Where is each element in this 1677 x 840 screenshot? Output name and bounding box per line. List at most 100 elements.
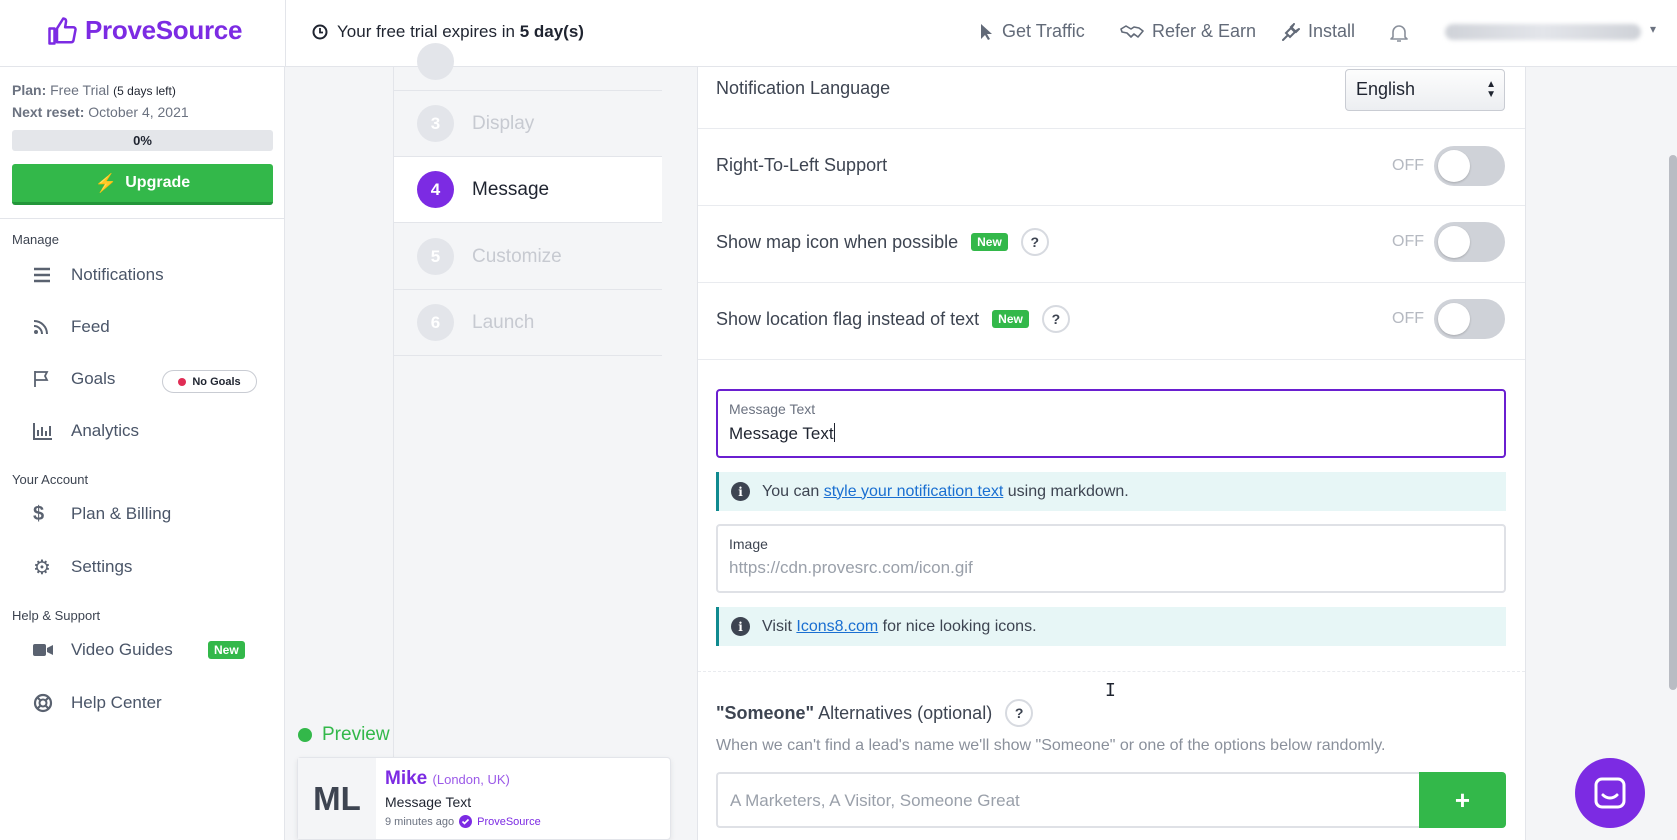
logo[interactable]: ProveSource: [47, 15, 242, 46]
flag-icon: [33, 370, 71, 388]
gear-icon: ⚙: [33, 556, 51, 579]
step-label: Display: [472, 112, 535, 134]
sidebar-item-notifications[interactable]: Notifications: [33, 260, 164, 290]
alternatives-input[interactable]: A Marketers, A Visitor, Someone Great: [716, 772, 1419, 828]
step-launch[interactable]: 6 Launch: [394, 290, 662, 356]
top-bar: ProveSource Your free trial expires in 5…: [0, 0, 1677, 67]
help-icon[interactable]: ?: [1020, 228, 1049, 256]
chat-button[interactable]: [1575, 758, 1645, 828]
sidebar-item-label: Video Guides: [71, 640, 173, 659]
chevron-down-icon[interactable]: ▾: [1650, 22, 1656, 36]
rtl-row: Right-To-Left Support OFF: [698, 129, 1525, 206]
info-text: for nice looking icons.: [878, 617, 1037, 635]
step-display[interactable]: 3 Display: [394, 91, 662, 157]
toggle-switch[interactable]: [1434, 222, 1505, 262]
message-text-input[interactable]: Message Text: [729, 424, 834, 443]
sidebar-item-label: Analytics: [71, 421, 140, 440]
toggle-knob: [1438, 226, 1470, 258]
divider: [698, 671, 1525, 672]
select-arrows-icon: ▲ ▼: [1486, 79, 1496, 100]
markdown-link[interactable]: style your notification text: [824, 483, 1004, 500]
toggle-state: OFF: [1392, 310, 1424, 327]
flag-row: Show location flag instead of text New ?…: [698, 283, 1525, 360]
language-value: English: [1356, 79, 1416, 99]
sidebar-item-label: Plan & Billing: [71, 504, 172, 523]
get-traffic-link[interactable]: Get Traffic: [980, 21, 1085, 42]
reset-value: October 4, 2021: [88, 104, 189, 120]
icons-info: i Visit Icons8.com for nice looking icon…: [716, 607, 1506, 646]
help-icon[interactable]: ?: [1041, 305, 1070, 333]
rtl-toggle[interactable]: OFF: [1392, 146, 1505, 186]
no-goals-label: No Goals: [192, 375, 241, 388]
sidebar-item-feed[interactable]: Feed: [33, 312, 110, 342]
section-manage: Manage: [12, 232, 59, 247]
upgrade-label: Upgrade: [125, 174, 191, 191]
clock-icon: [312, 24, 328, 40]
upgrade-button[interactable]: ⚡ Upgrade: [12, 164, 273, 205]
info-text: You can: [762, 482, 824, 500]
divider: [0, 218, 285, 219]
icons8-link[interactable]: Icons8.com: [796, 618, 878, 635]
sidebar-item-plan-billing[interactable]: $ Plan & Billing: [33, 499, 171, 529]
plug-icon: [1282, 22, 1300, 41]
preview-label: Preview: [298, 724, 390, 746]
bar-chart-icon: [33, 422, 71, 440]
someone-title-rest: Alternatives (optional): [814, 702, 993, 723]
help-icon[interactable]: ?: [1005, 699, 1034, 727]
logo-text: ProveSource: [85, 15, 243, 45]
flag-toggle[interactable]: OFF: [1392, 299, 1505, 339]
handshake-icon: [1120, 24, 1144, 38]
flag-label: Show location flag instead of text: [716, 308, 980, 329]
toggle-knob: [1438, 303, 1470, 335]
sidebar-item-goals[interactable]: Goals: [33, 364, 115, 394]
dollar-icon: $: [33, 502, 45, 525]
cursor-icon: [981, 23, 992, 40]
bell-icon[interactable]: [1390, 23, 1408, 43]
toggle-switch[interactable]: [1434, 146, 1505, 186]
add-alternative-button[interactable]: +: [1419, 772, 1506, 828]
step-message[interactable]: 4 Message: [394, 157, 662, 223]
step-previous[interactable]: [394, 43, 662, 91]
verified-icon: [459, 815, 473, 828]
step-label: Launch: [472, 311, 535, 333]
live-dot: [298, 728, 312, 742]
sidebar-item-analytics[interactable]: Analytics: [33, 416, 139, 446]
notification-preview[interactable]: ML Mike (London, UK) Message Text 9 minu…: [297, 757, 671, 840]
new-badge: New: [971, 233, 1008, 251]
install-link[interactable]: Install: [1282, 21, 1355, 42]
toggle-state: OFF: [1392, 157, 1424, 174]
plan-info: Plan: Free Trial (5 days left): [12, 82, 176, 98]
image-field[interactable]: Image https://cdn.provesrc.com/icon.gif: [716, 524, 1506, 593]
reset-label: Next reset:: [12, 104, 85, 120]
someone-quoted: "Someone": [716, 702, 815, 723]
sidebar-item-label: Goals: [71, 369, 116, 388]
scrollbar[interactable]: [1669, 155, 1677, 690]
info-icon: i: [731, 617, 750, 636]
step-number: 4: [417, 171, 454, 208]
map-icon-toggle[interactable]: OFF: [1392, 222, 1505, 262]
rtl-label: Right-To-Left Support: [716, 155, 888, 175]
sidebar-item-help-center[interactable]: Help Center: [33, 688, 162, 718]
text-cursor-icon: I: [1105, 680, 1116, 701]
trial-text: Your free trial expires in: [337, 22, 520, 41]
account-email[interactable]: [1445, 24, 1641, 40]
refer-earn-link[interactable]: Refer & Earn: [1120, 21, 1256, 42]
step-label: Message: [472, 178, 550, 200]
sidebar-item-settings[interactable]: ⚙ Settings: [33, 552, 132, 582]
reset-info: Next reset: October 4, 2021: [12, 104, 189, 120]
sidebar-item-video-guides[interactable]: Video Guides: [33, 635, 173, 665]
step-number: 5: [417, 238, 454, 275]
step-number: 3: [417, 105, 454, 142]
sidebar-item-label: Notifications: [71, 265, 164, 284]
no-goals-badge[interactable]: No Goals: [162, 370, 257, 393]
language-select[interactable]: English ▲ ▼: [1345, 69, 1505, 111]
status-dot: [178, 377, 187, 386]
message-text-field[interactable]: Message Text Message Text: [716, 389, 1506, 458]
image-url-input[interactable]: https://cdn.provesrc.com/icon.gif: [729, 558, 1493, 578]
plan-days-left: (5 days left): [113, 84, 176, 98]
plan-value: Free Trial: [50, 82, 110, 98]
field-label: Image: [729, 536, 768, 552]
info-icon: i: [731, 482, 750, 501]
step-customize[interactable]: 5 Customize: [394, 224, 662, 290]
toggle-switch[interactable]: [1434, 299, 1505, 339]
